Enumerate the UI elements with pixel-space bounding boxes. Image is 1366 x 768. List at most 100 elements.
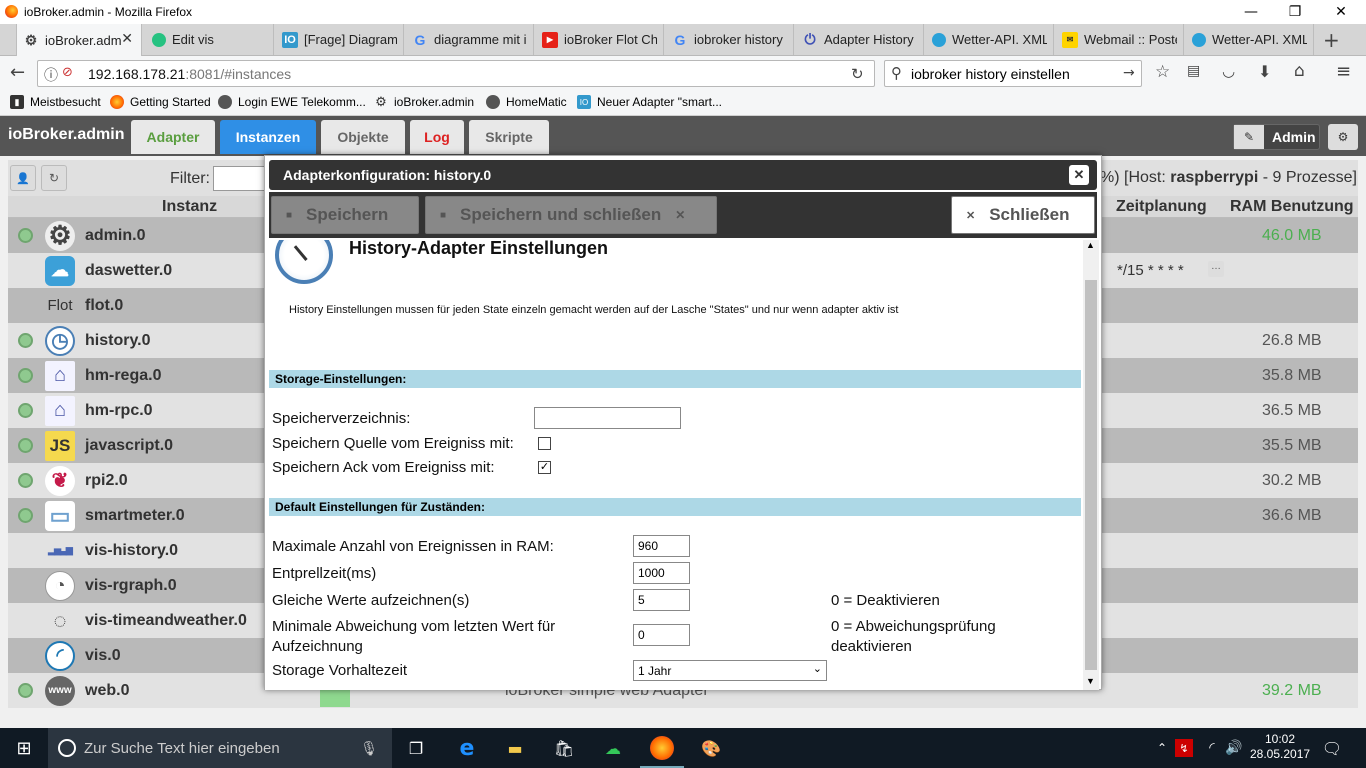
menu-icon[interactable]: ≡ [1336, 61, 1351, 82]
tab-log[interactable]: Log [410, 120, 464, 154]
instance-name: vis.0 [85, 646, 121, 664]
browser-tab-edit-vis[interactable]: Edit vis [146, 24, 274, 55]
bookmark-meistbesucht[interactable]: ▮ Meistbesucht [10, 95, 101, 109]
browser-tab-google-diagramme[interactable]: G diagramme mit i [406, 24, 534, 55]
clock[interactable]: 10:02 28.05.2017 [1250, 732, 1310, 762]
save-close-button[interactable]: ■ Speichern und schließen ✕ [425, 196, 717, 234]
browser-tab-wetter-api[interactable]: Wetter-API. XML [926, 24, 1054, 55]
restore-icon[interactable]: ❐ [1272, 0, 1318, 24]
paint-icon[interactable]: 🎨 [699, 736, 723, 760]
gauge-icon: ◔ [45, 570, 75, 601]
tray-red-icon[interactable]: ↯ [1175, 739, 1193, 757]
bookmark-homematic[interactable]: HomeMatic [486, 95, 567, 109]
bookmark-login-ewe[interactable]: Login EWE Telekomm... [218, 95, 366, 109]
firefox-icon [110, 95, 124, 109]
volume-icon[interactable]: 🔊 [1222, 736, 1246, 760]
browser-tab-webmail[interactable]: ✉ Webmail :: Poste [1056, 24, 1184, 55]
home-icon[interactable]: ⌂ [1294, 61, 1305, 81]
network-icon[interactable]: ◜ [1200, 736, 1224, 760]
speicherverzeichnis-input[interactable] [534, 407, 681, 429]
browser-tab-google-history[interactable]: G iobroker history [666, 24, 794, 55]
scroll-down-icon[interactable]: ▼ [1086, 676, 1095, 686]
quelle-checkbox[interactable] [538, 437, 551, 450]
windows-taskbar: ⊞ Zur Suche Text hier eingeben 🎙 ❐ e ▬ 🛍… [0, 728, 1366, 768]
app-green-icon[interactable]: ☁ [601, 736, 625, 760]
firefox-taskbar-icon[interactable] [650, 736, 674, 760]
gleiche-werte-input[interactable]: 5 [633, 589, 690, 611]
filter-input[interactable] [213, 166, 265, 191]
iobroker-io-icon: IO [577, 95, 591, 109]
youtube-icon: ▶ [542, 31, 558, 48]
info-icon[interactable]: ⓘ [44, 65, 58, 85]
download-icon[interactable]: ⬇ [1258, 62, 1271, 81]
scroll-up-icon[interactable]: ▲ [1086, 240, 1095, 250]
reload-icon[interactable]: ↻ [851, 65, 864, 83]
user-button[interactable]: ✎ Admin [1233, 124, 1320, 150]
bookmark-star-icon[interactable]: ☆ [1155, 62, 1170, 82]
tab-close-icon[interactable]: ✕ [121, 30, 133, 47]
browser-tab-adapter-history[interactable]: ⏻ Adapter History - [796, 24, 924, 55]
scrollbar-thumb[interactable] [1085, 280, 1097, 670]
file-explorer-icon[interactable]: ▬ [503, 736, 527, 760]
schedule-edit-button[interactable]: … [1208, 261, 1224, 277]
back-icon[interactable]: ← [10, 62, 25, 83]
instance-name: vis-rgraph.0 [85, 576, 177, 594]
vorhaltezeit-select[interactable]: 1 Jahr ⌄ [633, 660, 827, 681]
save-icon: ■ [286, 209, 293, 221]
new-tab-icon[interactable]: + [1323, 28, 1340, 52]
bookmark-iobroker-admin[interactable]: ⚙ ioBroker.admin [374, 94, 474, 109]
search-bar[interactable]: ⚲ iobroker history einstellen → [884, 60, 1142, 87]
search-input[interactable]: iobroker history einstellen [911, 66, 1070, 82]
max-ram-input[interactable]: 960 [633, 535, 690, 557]
browser-tab-iobroker-admin[interactable]: ⚙ ioBroker.adm ✕ [16, 24, 142, 56]
settings-gear-icon[interactable]: ⚙ [1328, 124, 1358, 150]
task-view-icon[interactable]: ❐ [404, 736, 428, 760]
url-bar[interactable]: ⓘ ⊘ 192.168.178.21:8081/#instances ↻ [37, 60, 875, 87]
browser-tab-wetter-api-2[interactable]: Wetter-API. XML [1186, 24, 1314, 55]
history-clock-icon [275, 240, 333, 284]
dialog-heading: History-Adapter Einstellungen [349, 240, 609, 258]
store-icon[interactable]: 🛍 [552, 736, 576, 760]
close-window-icon[interactable]: ✕ [1318, 0, 1364, 24]
taskbar-search[interactable]: Zur Suche Text hier eingeben 🎙 [48, 728, 392, 768]
pocket-icon[interactable]: ◡ [1222, 62, 1235, 80]
filter-label: Filter: [170, 170, 210, 187]
globe-icon [486, 95, 500, 109]
user-toggle-icon[interactable]: 👤 [10, 165, 36, 191]
raspberry-icon: ❦ [45, 465, 75, 496]
minimale-abweichung-input[interactable]: 0 [633, 624, 690, 646]
entprellzeit-input[interactable]: 1000 [633, 562, 690, 584]
minimize-icon[interactable]: — [1228, 0, 1274, 24]
clock-icon: ◷ [45, 325, 75, 356]
dialog-close-icon[interactable]: ✕ [1069, 165, 1089, 185]
firefox-icon [5, 5, 18, 18]
url-host: 192.168.178.21 [88, 66, 186, 82]
bookmark-getting-started[interactable]: Getting Started [110, 95, 211, 109]
windows-start-icon[interactable]: ⊞ [12, 736, 36, 760]
insecure-lock-icon: ⊘ [62, 65, 73, 80]
ack-checkbox[interactable]: ✓ [538, 461, 551, 474]
dialog-scrollbar[interactable]: ▲ ▼ [1083, 240, 1099, 690]
label-entprellzeit: Entprellzeit(ms) [272, 565, 377, 582]
show-hidden-icons[interactable]: ⌃ [1150, 736, 1174, 760]
dialog-title: Adapterkonfiguration: history.0 [283, 167, 492, 183]
bookmark-folder-icon: ▮ [10, 95, 24, 109]
microphone-icon[interactable]: 🎙 [360, 740, 378, 757]
tab-objekte[interactable]: Objekte [321, 120, 405, 154]
tab-adapter[interactable]: Adapter [131, 120, 215, 154]
reading-list-icon[interactable]: ▤ [1187, 63, 1200, 79]
bookmark-neuer-adapter[interactable]: IO Neuer Adapter "smart... [577, 95, 722, 109]
close-button[interactable]: ✕ Schließen [951, 196, 1095, 234]
save-button[interactable]: ■ Speichern [271, 196, 419, 234]
cloud-icon [1192, 32, 1206, 47]
browser-tab-youtube-flot[interactable]: ▶ ioBroker Flot Cha [536, 24, 664, 55]
browser-tab-frage-diagramm[interactable]: IO [Frage] Diagram [276, 24, 404, 55]
tab-skripte[interactable]: Skripte [469, 120, 549, 154]
tab-instanzen[interactable]: Instanzen [220, 120, 316, 154]
edge-icon[interactable]: e [455, 736, 479, 761]
refresh-icon[interactable]: ↻ [41, 165, 67, 191]
mail-icon: ✉ [1062, 31, 1078, 48]
app-header: ioBroker.admin Adapter Instanzen Objekte… [0, 116, 1366, 156]
notifications-icon[interactable]: 🗨 [1320, 736, 1344, 760]
search-go-icon[interactable]: → [1123, 65, 1135, 81]
